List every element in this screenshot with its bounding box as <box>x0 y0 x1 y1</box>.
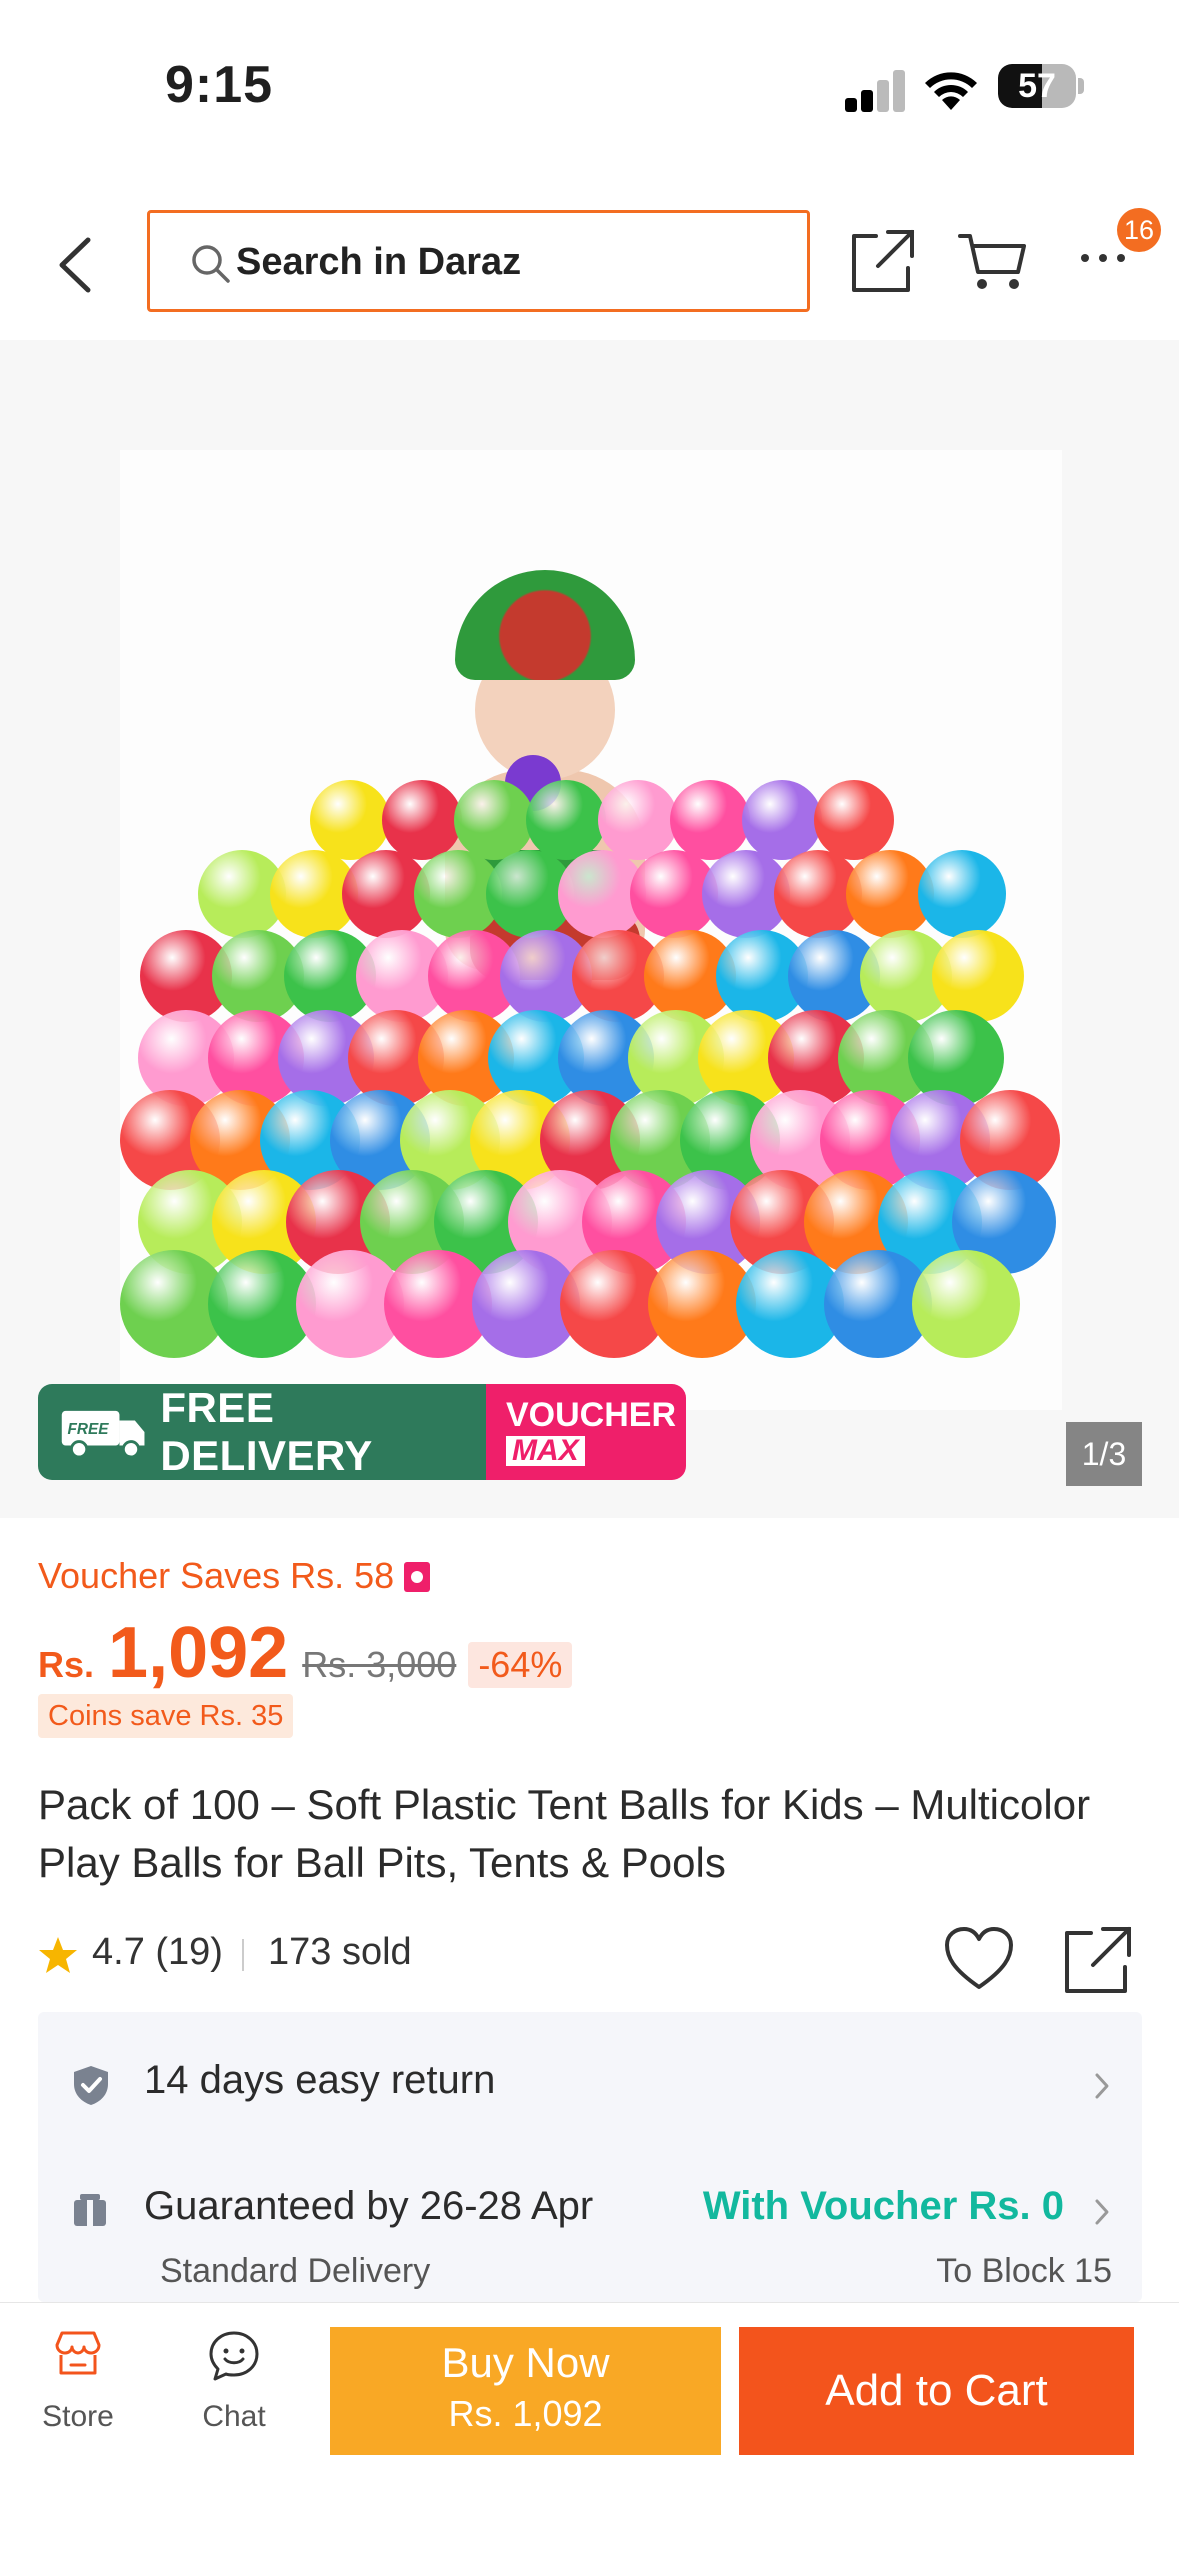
play-ball <box>932 930 1024 1022</box>
service-info-panel: 14 days easy return Guaranteed by 26-28 … <box>38 2012 1142 2302</box>
voucher-max-badge: VOUCHER MAX <box>486 1384 686 1480</box>
chevron-right-icon <box>1095 2073 1109 2099</box>
voucher-savings-text: Voucher Saves Rs. 58 <box>38 1555 395 1596</box>
original-price: Rs. 3,000 <box>302 1644 457 1685</box>
voucher-icon <box>404 1562 431 1592</box>
promo-banner: FREE FREE DELIVERY VOUCHER MAX <box>38 1384 686 1480</box>
status-bar: 9:15 57 <box>0 0 1179 175</box>
chat-button[interactable]: Chat <box>176 2329 292 2449</box>
add-to-cart-button[interactable]: Add to Cart <box>739 2327 1134 2455</box>
chevron-right-icon <box>1095 2199 1109 2225</box>
currency-label: Rs. <box>38 1644 95 1685</box>
rating-score[interactable]: 4.7 (19) <box>92 1931 223 1974</box>
delivery-truck-icon: FREE <box>61 1410 145 1459</box>
star-icon <box>39 1937 77 1973</box>
shipping-fee: With Voucher Rs. 0 <box>702 2184 1064 2228</box>
search-icon <box>192 245 230 283</box>
delivery-guarantee: Guaranteed by 26-28 Apr <box>144 2184 594 2228</box>
battery-icon: 57 <box>998 64 1076 108</box>
cart-icon[interactable] <box>958 230 1028 294</box>
status-time: 9:15 <box>165 56 274 114</box>
play-ball <box>310 780 390 860</box>
delivery-row[interactable]: Guaranteed by 26-28 Apr With Voucher Rs.… <box>38 2152 1142 2302</box>
sold-count: 173 sold <box>268 1931 412 1973</box>
baby-hat <box>455 570 635 680</box>
store-button[interactable]: Store <box>20 2329 136 2449</box>
back-arrow-icon[interactable] <box>50 230 100 300</box>
more-options-icon[interactable] <box>1077 246 1129 270</box>
notification-badge: 16 <box>1117 208 1161 252</box>
voucher-label: VOUCHER <box>506 1396 677 1434</box>
free-delivery-badge: FREE FREE DELIVERY <box>38 1384 486 1480</box>
top-nav: Search in Daraz 16 <box>0 190 1179 340</box>
shield-check-icon <box>74 2066 108 2105</box>
package-icon <box>74 2194 106 2226</box>
return-policy-row[interactable]: 14 days easy return <box>38 2032 1142 2138</box>
voucher-savings[interactable]: Voucher Saves Rs. 58 <box>38 1555 431 1597</box>
product-photo <box>120 450 1062 1410</box>
wifi-icon <box>925 72 977 110</box>
play-ball <box>598 780 678 860</box>
truck-label: FREE <box>68 1421 110 1438</box>
cellular-signal-icon <box>845 70 905 112</box>
bottom-action-bar: Store Chat Buy Now Rs. 1,092 Add to Cart <box>0 2302 1179 2556</box>
play-ball <box>382 780 462 860</box>
play-ball <box>912 1250 1020 1358</box>
coins-save-badge: Coins save Rs. 35 <box>38 1694 294 1738</box>
chat-label: Chat <box>202 2400 266 2433</box>
product-image-gallery[interactable]: FREE FREE DELIVERY VOUCHER MAX 1/3 <box>0 340 1179 1518</box>
wishlist-heart-icon[interactable] <box>943 1925 1015 1993</box>
free-delivery-label: FREE DELIVERY <box>160 1384 373 1479</box>
share-product-icon[interactable] <box>1063 1925 1133 1995</box>
play-ball <box>908 1010 1004 1106</box>
search-input[interactable]: Search in Daraz <box>147 210 810 312</box>
battery-level: 57 <box>1018 67 1056 105</box>
store-label: Store <box>42 2400 114 2433</box>
max-label: MAX <box>506 1436 585 1466</box>
chat-icon <box>209 2331 259 2381</box>
discount-badge: -64% <box>468 1642 573 1688</box>
play-ball <box>526 780 606 860</box>
buy-now-label: Buy Now <box>441 2339 610 2386</box>
return-policy-text: 14 days easy return <box>144 2058 496 2102</box>
delivery-type: Standard Delivery <box>160 2252 431 2290</box>
play-ball <box>918 850 1006 938</box>
current-price: 1,092 <box>108 1613 289 1693</box>
product-title: Pack of 100 – Soft Plastic Tent Balls fo… <box>38 1781 1091 1886</box>
share-icon[interactable] <box>850 228 916 294</box>
play-ball <box>742 780 822 860</box>
search-placeholder: Search in Daraz <box>236 241 522 283</box>
play-ball <box>454 780 534 860</box>
buy-now-button[interactable]: Buy Now Rs. 1,092 <box>330 2327 721 2455</box>
play-ball <box>670 780 750 860</box>
price-row: Rs. 1,092 Rs. 3,000 -64% <box>38 1612 573 1694</box>
divider <box>242 1939 244 1971</box>
buy-now-price: Rs. 1,092 <box>448 2393 603 2434</box>
store-icon <box>55 2331 101 2375</box>
rating-row: 4.7 (19) 173 sold <box>38 1925 1148 2005</box>
delivery-location: To Block 15 <box>936 2252 1112 2290</box>
play-ball <box>814 780 894 860</box>
image-counter: 1/3 <box>1066 1422 1142 1486</box>
battery-tip <box>1078 78 1084 94</box>
